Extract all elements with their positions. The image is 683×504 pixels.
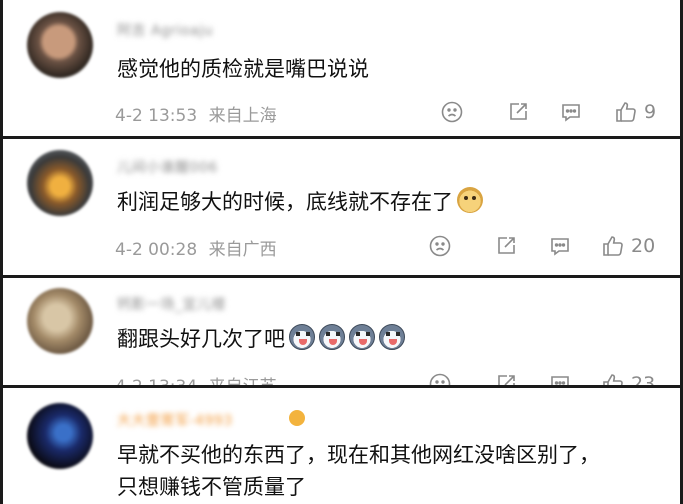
avatar[interactable]	[27, 288, 93, 354]
username-text: 大大壹胃军-4993	[117, 413, 233, 429]
dislike-button[interactable]	[440, 99, 464, 125]
thumbs-up-icon	[616, 102, 636, 122]
sad-face-icon	[441, 101, 463, 123]
share-button[interactable]	[494, 233, 518, 259]
comment-text-line-2: 只想赚钱不管质量了	[117, 475, 306, 499]
thumbs-up-icon	[603, 374, 623, 385]
comment-text: 感觉他的质检就是嘴巴说说	[117, 57, 369, 81]
username[interactable]: 阿吉 Agrioaju	[117, 20, 213, 40]
sad-face-icon	[429, 373, 451, 385]
like-button[interactable]: 20	[601, 233, 655, 259]
share-icon	[498, 375, 515, 385]
timestamp: 4-2 00:28	[115, 240, 198, 260]
avatar[interactable]	[27, 12, 93, 78]
comment-text: 翻跟头好几次了吧	[117, 324, 405, 354]
comment-icon	[562, 104, 580, 122]
doge-emoji	[457, 187, 483, 213]
comment-meta: 4-2 13:34 来自江苏	[115, 372, 277, 385]
share-button[interactable]	[494, 371, 518, 385]
comment-icon	[551, 238, 569, 256]
thumbs-up-icon	[603, 236, 623, 256]
share-icon	[510, 103, 527, 120]
avatar[interactable]	[27, 150, 93, 216]
comment-text: 利润足够大的时候，底线就不存在了	[117, 187, 483, 217]
location: 来自江苏	[209, 377, 277, 385]
location: 来自上海	[208, 106, 277, 126]
like-button[interactable]: 9	[614, 99, 656, 125]
share-icon	[498, 237, 515, 254]
comment-text-content: 利润足够大的时候，底线就不存在了	[117, 190, 453, 214]
comment-meta: 4-2 13:53 来自上海	[115, 101, 277, 126]
comment-card: 儿间小谁醒006 利润足够大的时候，底线就不存在了 4-2 00:28 来自广西…	[3, 139, 680, 275]
like-count: 9	[644, 101, 657, 123]
comment-card: 阿吉 Agrioaju 感觉他的质检就是嘴巴说说 4-2 13:53 来自上海 …	[3, 0, 680, 136]
comment-button[interactable]	[548, 371, 572, 385]
husky-emoji	[349, 324, 375, 350]
dislike-button[interactable]	[428, 371, 452, 385]
vip-badge-icon	[289, 410, 305, 426]
like-count: 23	[631, 373, 656, 385]
comment-meta: 4-2 00:28 来自广西	[115, 235, 277, 260]
avatar[interactable]	[27, 403, 93, 469]
timestamp: 4-2 13:53	[115, 106, 198, 126]
comment-card: 大大壹胃军-4993 早就不买他的东西了，现在和其他网红没啥区别了， 只想赚钱不…	[3, 388, 680, 504]
share-button[interactable]	[506, 99, 530, 125]
husky-emoji	[319, 324, 345, 350]
husky-emoji	[379, 324, 405, 350]
sad-face-icon	[429, 235, 451, 257]
comment-button[interactable]	[559, 99, 583, 125]
comment-text-content: 翻跟头好几次了吧	[117, 327, 285, 351]
username[interactable]: 儿间小谁醒006	[117, 157, 218, 177]
comment-button[interactable]	[548, 233, 572, 259]
username[interactable]: 大大壹胃军-4993	[117, 410, 233, 430]
like-count: 20	[631, 235, 656, 257]
location: 来自广西	[208, 240, 277, 260]
comment-text-line-1: 早就不买他的东西了，现在和其他网红没啥区别了，	[117, 443, 600, 467]
timestamp: 4-2 13:34	[115, 377, 197, 385]
husky-emoji	[289, 324, 315, 350]
like-button[interactable]: 23	[601, 371, 655, 385]
comment-icon	[551, 376, 569, 385]
comment-card: 钙影一场_宜儿楼 翻跟头好几次了吧 4-2 13:34 来自江苏 23	[3, 278, 680, 385]
username[interactable]: 钙影一场_宜儿楼	[117, 294, 226, 314]
dislike-button[interactable]	[428, 233, 452, 259]
